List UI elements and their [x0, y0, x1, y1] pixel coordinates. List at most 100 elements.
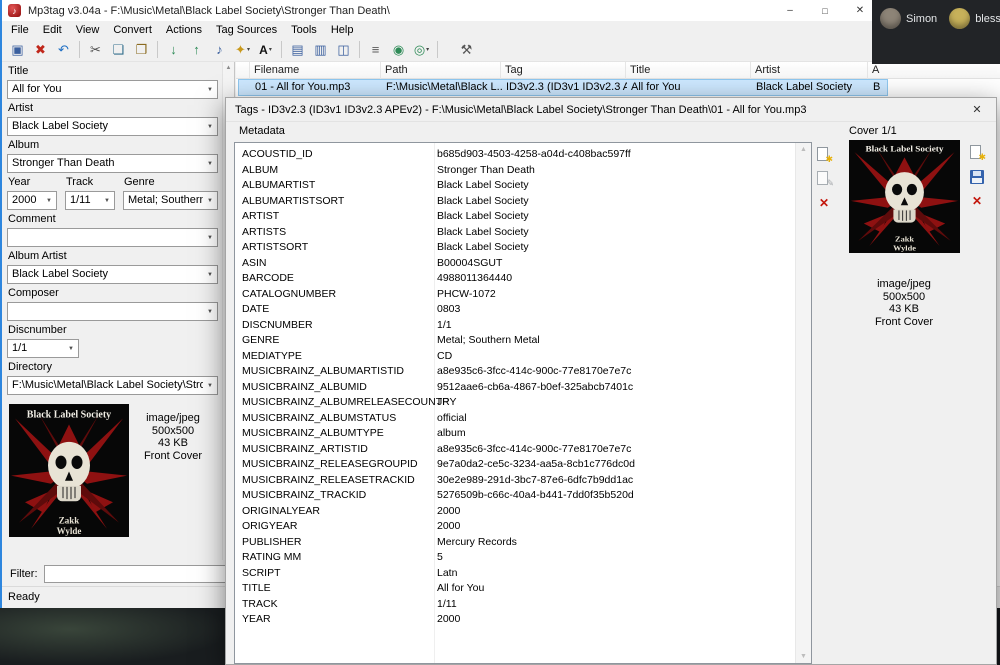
tag-field-row[interactable]: MUSICBRAINZ_ALBUMID9512aae6-cb6a-4867-b0… [235, 380, 811, 396]
tag-field-row[interactable]: ALBUMARTISTBlack Label Society [235, 178, 811, 194]
menu-file[interactable]: File [4, 22, 36, 38]
menu-help[interactable]: Help [324, 22, 361, 38]
tag-field-row[interactable]: PUBLISHERMercury Records [235, 535, 811, 551]
extended-tags-icon[interactable]: ▥ [310, 39, 331, 60]
undo-icon[interactable]: ↶ [53, 39, 74, 60]
new-window-icon[interactable]: ▤ [287, 39, 308, 60]
tag-field-row[interactable]: MUSICBRAINZ_RELEASETRACKID30e2e989-291d-… [235, 473, 811, 489]
chevron-down-icon[interactable]: ▼ [203, 161, 217, 167]
column-header-album[interactable]: A [868, 62, 1000, 79]
comment-combobox[interactable]: ▼ [7, 228, 218, 247]
tag-field-row[interactable]: ORIGYEAR2000 [235, 519, 811, 535]
case-conversion-icon[interactable]: A▾ [255, 39, 276, 60]
title-combobox[interactable]: All for You ▼ [7, 80, 218, 99]
column-header-filename[interactable]: Filename [250, 62, 381, 79]
tag-field-row[interactable]: DISCNUMBER1/1 [235, 318, 811, 334]
tag-field-row[interactable]: MUSICBRAINZ_ARTISTIDa8e935c6-3fcc-414c-9… [235, 442, 811, 458]
panel-cover-image[interactable]: Black Label SocietyZakkWylde [9, 404, 129, 537]
web-source-2-icon[interactable]: ◎▾ [411, 39, 432, 60]
genre-combobox[interactable]: Metal; Southern Me ▼ [123, 191, 218, 210]
playlist-icon[interactable]: ♪ [209, 39, 230, 60]
tag-field-row[interactable]: MUSICBRAINZ_ALBUMARTISTIDa8e935c6-3fcc-4… [235, 364, 811, 380]
metadata-table[interactable]: ACOUSTID_IDb685d903-4503-4258-a04d-c408b… [234, 142, 812, 664]
tag-field-row[interactable]: RATING MM5 [235, 550, 811, 566]
add-field-button[interactable]: ✱ [815, 146, 833, 163]
tag-field-row[interactable]: GENREMetal; Southern Metal [235, 333, 811, 349]
tag-field-row[interactable]: ARTISTBlack Label Society [235, 209, 811, 225]
scroll-up-icon[interactable]: ▲ [226, 65, 232, 71]
print-icon[interactable]: ≡ [365, 39, 386, 60]
file-row-selected[interactable]: 01 - All for You.mp3 F:\Music\Metal\Blac… [238, 79, 888, 96]
cut-icon[interactable]: ✂ [85, 39, 106, 60]
metadata-scrollbar[interactable]: ▲ ▼ [795, 143, 811, 663]
album-combobox[interactable]: Stronger Than Death ▼ [7, 154, 218, 173]
save-cover-button[interactable] [968, 168, 986, 185]
tag-field-row[interactable]: CATALOGNUMBERPHCW-1072 [235, 287, 811, 303]
remove-field-button[interactable]: ✕ [815, 194, 833, 211]
chevron-down-icon[interactable]: ▼ [203, 198, 217, 204]
directory-combobox[interactable]: F:\Music\Metal\Black Label Society\Stron… [7, 376, 218, 395]
maximize-button[interactable]: □ [808, 0, 842, 21]
paste-icon[interactable]: ❐ [131, 39, 152, 60]
chevron-down-icon[interactable]: ▼ [203, 124, 217, 130]
tag-field-row[interactable]: ORIGINALYEAR2000 [235, 504, 811, 520]
album-artist-combobox[interactable]: Black Label Society ▼ [7, 265, 218, 284]
tag-field-row[interactable]: MUSICBRAINZ_ALBUMSTATUSofficial [235, 411, 811, 427]
tag-field-row[interactable]: MUSICBRAINZ_ALBUMTYPEalbum [235, 426, 811, 442]
album-cover-image[interactable]: Black Label SocietyZakkWylde [849, 140, 960, 253]
filter-input[interactable] [44, 565, 232, 583]
remove-tag-icon[interactable]: ✖ [30, 39, 51, 60]
tag-field-row[interactable]: ARTISTSBlack Label Society [235, 225, 811, 241]
tag-field-row[interactable]: MUSICBRAINZ_TRACKID5276509b-c66c-40a4-b4… [235, 488, 811, 504]
composer-combobox[interactable]: ▼ [7, 302, 218, 321]
tag-field-row[interactable]: ARTISTSORTBlack Label Society [235, 240, 811, 256]
titlebar[interactable]: ♪ Mp3tag v3.04a - F:\Music\Metal\Black L… [2, 0, 1000, 21]
dialog-close-button[interactable]: ✕ [958, 98, 996, 122]
column-header-title[interactable]: Title [626, 62, 751, 79]
tag-field-row[interactable]: ALBUMARTISTSORTBlack Label Society [235, 194, 811, 210]
chevron-down-icon[interactable]: ▼ [203, 272, 217, 278]
column-header-gutter[interactable] [236, 62, 250, 79]
tag-field-row[interactable]: MUSICBRAINZ_RELEASEGROUPID9e7a0da2-ce5c-… [235, 457, 811, 473]
save-tag-icon[interactable]: ▣ [7, 39, 28, 60]
tag-field-row[interactable]: BARCODE4988011364440 [235, 271, 811, 287]
tag-field-row[interactable]: MUSICBRAINZ_ALBUMRELEASECOUNTRYJP [235, 395, 811, 411]
tag-field-row[interactable]: ASINB00004SGUT [235, 256, 811, 272]
dialog-titlebar[interactable]: Tags - ID3v2.3 (ID3v1 ID3v2.3 APEv2) - F… [226, 98, 996, 122]
tag-field-row[interactable]: ACOUSTID_IDb685d903-4503-4258-a04d-c408b… [235, 147, 811, 163]
minimize-button[interactable]: – [773, 0, 807, 21]
compare-icon[interactable]: ◫ [333, 39, 354, 60]
menu-view[interactable]: View [69, 22, 107, 38]
menu-tools[interactable]: Tools [284, 22, 324, 38]
tag-field-row[interactable]: SCRIPTLatn [235, 566, 811, 582]
chevron-down-icon[interactable]: ▼ [42, 198, 56, 204]
chevron-down-icon[interactable]: ▼ [64, 346, 78, 352]
tag-field-row[interactable]: DATE0803 [235, 302, 811, 318]
remove-cover-button[interactable]: ✕ [968, 192, 986, 209]
menu-edit[interactable]: Edit [36, 22, 69, 38]
filename-from-tag-icon[interactable]: ↑ [186, 39, 207, 60]
column-header-artist[interactable]: Artist [751, 62, 868, 79]
profile-bless[interactable]: bless [949, 8, 1000, 29]
scroll-down-icon[interactable]: ▼ [800, 653, 807, 660]
tag-field-row[interactable]: TRACK1/11 [235, 597, 811, 613]
discnumber-combobox[interactable]: 1/1 ▼ [7, 339, 79, 358]
actions-icon[interactable]: ✦▾ [232, 39, 253, 60]
tag-from-filename-icon[interactable]: ↓ [163, 39, 184, 60]
tag-field-row[interactable]: TITLEAll for You [235, 581, 811, 597]
menu-convert[interactable]: Convert [106, 22, 159, 38]
edit-field-button[interactable]: ✎ [815, 170, 833, 187]
column-header-path[interactable]: Path [381, 62, 501, 79]
chevron-down-icon[interactable]: ▼ [203, 383, 217, 389]
copy-icon[interactable]: ❏ [108, 39, 129, 60]
chevron-down-icon[interactable]: ▼ [100, 198, 114, 204]
track-combobox[interactable]: 1/11 ▼ [65, 191, 115, 210]
year-combobox[interactable]: 2000 ▼ [7, 191, 57, 210]
web-source-1-icon[interactable]: ◉ [388, 39, 409, 60]
artist-combobox[interactable]: Black Label Society ▼ [7, 117, 218, 136]
tag-field-row[interactable]: ALBUMStronger Than Death [235, 163, 811, 179]
chevron-down-icon[interactable]: ▼ [203, 87, 217, 93]
column-header-tag[interactable]: Tag [501, 62, 626, 79]
options-icon[interactable]: ⚒ [456, 39, 477, 60]
tag-field-row[interactable]: MEDIATYPECD [235, 349, 811, 365]
